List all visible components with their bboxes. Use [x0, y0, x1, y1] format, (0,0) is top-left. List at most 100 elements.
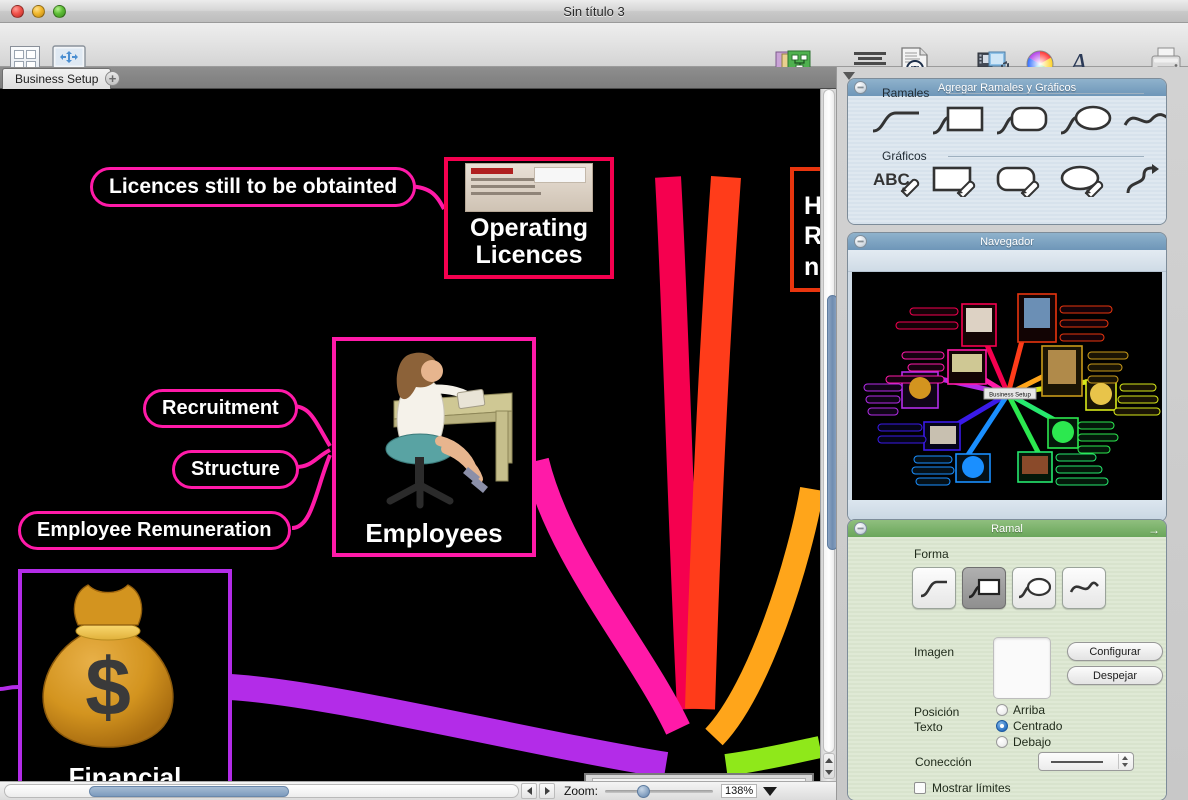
window-title: Sin título 3: [563, 4, 625, 19]
rect-graphic-icon[interactable]: [930, 163, 986, 197]
zoom-menu-icon[interactable]: [763, 786, 778, 796]
forma-option-wave[interactable]: [1062, 567, 1106, 609]
radio-label: Centrado: [1013, 719, 1063, 733]
panel-ramal: – Ramal → Forma Imagen Configurar Despej…: [847, 519, 1167, 800]
label-conexion: Conección: [915, 755, 972, 769]
checkbox-label: Mostrar límites: [932, 781, 1011, 795]
panel-navegador: – Navegador Business Setup: [847, 232, 1167, 522]
imagen-well[interactable]: [993, 637, 1051, 699]
zoom-label: Zoom:: [564, 784, 599, 798]
toolbar: T: [0, 23, 1188, 80]
node-image: [465, 163, 593, 212]
section-label-graficos: Gráficos: [882, 149, 927, 163]
abc-text-graphic-icon[interactable]: ABC: [870, 163, 922, 197]
section-label-ramales: Ramales: [882, 86, 930, 100]
forma-option-curve[interactable]: [912, 567, 956, 609]
node-label: Financial: [68, 761, 182, 781]
rounded-graphic-icon[interactable]: [994, 163, 1050, 197]
chevron-left-icon: [526, 787, 532, 795]
mindmap-canvas[interactable]: Licences still to be obtainted Operating…: [0, 89, 836, 781]
node-label: Recruitment: [162, 397, 279, 419]
zoom-value: 138%: [721, 784, 758, 798]
zoom-slider[interactable]: [605, 784, 714, 798]
radio-arriba[interactable]: Arriba: [996, 703, 1045, 717]
node-label: Operating Licences: [469, 214, 589, 269]
node-business-setup-editing[interactable]: Business Setup: [584, 773, 814, 781]
label-imagen: Imagen: [914, 645, 955, 659]
scrollbar-track[interactable]: [823, 89, 838, 753]
mostrar-limites-checkbox-row[interactable]: Mostrar límites: [914, 781, 1011, 795]
arrow-graphic-icon[interactable]: [1122, 163, 1166, 197]
rect-branch-icon[interactable]: [930, 103, 986, 137]
section-rule: [948, 93, 1144, 94]
canvas-vertical-scrollbar[interactable]: [820, 89, 838, 781]
collapse-icon[interactable]: –: [854, 81, 867, 94]
navigator-thumbnail[interactable]: Business Setup: [852, 272, 1162, 500]
node-financial[interactable]: $ Financial: [18, 569, 232, 781]
curve-branch-icon[interactable]: [870, 104, 922, 136]
conexion-stepper[interactable]: [1118, 754, 1131, 769]
label-posicion-texto-line2: Texto: [914, 720, 943, 734]
collapse-icon[interactable]: –: [854, 522, 867, 535]
node-image-employee: [385, 352, 513, 509]
forma-option-rect[interactable]: [962, 567, 1006, 609]
radio-button[interactable]: [996, 720, 1008, 732]
node-operating-licences[interactable]: Operating Licences: [444, 157, 614, 279]
radio-button[interactable]: [996, 736, 1008, 748]
next-panel-icon[interactable]: →: [1148, 523, 1160, 537]
panel-body: Ramales Gráficos ABC: [848, 86, 1167, 224]
radio-debajo[interactable]: Debajo: [996, 735, 1051, 749]
conexion-line-preview: [1051, 760, 1103, 763]
navigator-footer: [848, 500, 1166, 521]
collapse-icon[interactable]: –: [854, 235, 867, 248]
hscrollbar-thumb[interactable]: [89, 786, 289, 797]
status-bar: Zoom: 138%: [0, 781, 836, 800]
ellipse-branch-icon[interactable]: [1058, 103, 1114, 137]
chevron-right-icon: [544, 787, 550, 795]
node-employee-remuneration[interactable]: Employee Remuneration: [18, 511, 291, 550]
title-bar: Sin título 3: [0, 0, 1188, 23]
radio-centrado[interactable]: Centrado: [996, 719, 1062, 733]
rounded-branch-icon[interactable]: [994, 103, 1050, 137]
node-image-moneybag: $: [42, 584, 174, 748]
scroll-left-button[interactable]: [521, 783, 537, 799]
canvas-horizontal-scrollbar[interactable]: [4, 784, 519, 798]
panel-header: – Navegador: [848, 233, 1166, 250]
node-employees[interactable]: Employees: [332, 337, 536, 557]
svg-text:Business Setup: Business Setup: [989, 393, 1031, 399]
add-tab-button[interactable]: +: [105, 71, 120, 86]
zoom-slider-knob[interactable]: [637, 785, 651, 798]
stepper-down-icon[interactable]: [1122, 763, 1128, 768]
svg-text:ABC: ABC: [873, 170, 910, 189]
node-label: Licences still to be obtainted: [109, 175, 398, 198]
configurar-button[interactable]: Configurar: [1067, 642, 1163, 661]
scroll-right-button[interactable]: [539, 783, 555, 799]
svg-text:$: $: [85, 642, 131, 733]
panel-header: – Ramal →: [848, 520, 1166, 537]
scroll-up-icon[interactable]: [825, 757, 833, 763]
node-label: Employee Remuneration: [37, 519, 272, 541]
node-label: Structure: [191, 458, 280, 480]
navigator-minimap: Business Setup: [852, 272, 1162, 500]
panel-body: Forma Imagen Configurar Despejar Posició…: [848, 537, 1166, 800]
node-recruitment[interactable]: Recruitment: [143, 389, 298, 428]
navigator-toolbar-strip: [848, 250, 1166, 272]
scrollbar-arrows[interactable]: [823, 753, 835, 779]
stepper-up-icon[interactable]: [1122, 755, 1128, 760]
label-forma: Forma: [914, 547, 949, 561]
forma-option-ellipse[interactable]: [1012, 567, 1056, 609]
panel-title: Agregar Ramales y Gráficos: [937, 81, 1077, 94]
checkbox[interactable]: [914, 782, 926, 794]
scroll-down-icon[interactable]: [825, 769, 833, 775]
wave-branch-icon[interactable]: [1122, 105, 1167, 135]
despejar-button[interactable]: Despejar: [1067, 666, 1163, 685]
panel-body: Business Setup: [848, 250, 1166, 521]
node-structure[interactable]: Structure: [172, 450, 299, 489]
node-licences-still-to-be-obtainted[interactable]: Licences still to be obtainted: [90, 167, 417, 207]
ellipse-graphic-icon[interactable]: [1058, 163, 1114, 197]
radio-button[interactable]: [996, 704, 1008, 716]
node-health-requirements[interactable]: HRn: [790, 167, 820, 292]
panel-agregar-ramales-graficos: – Agregar Ramales y Gráficos Ramales Grá…: [847, 78, 1167, 225]
conexion-select[interactable]: [1038, 752, 1134, 771]
tab-business-setup[interactable]: Business Setup: [2, 68, 112, 89]
